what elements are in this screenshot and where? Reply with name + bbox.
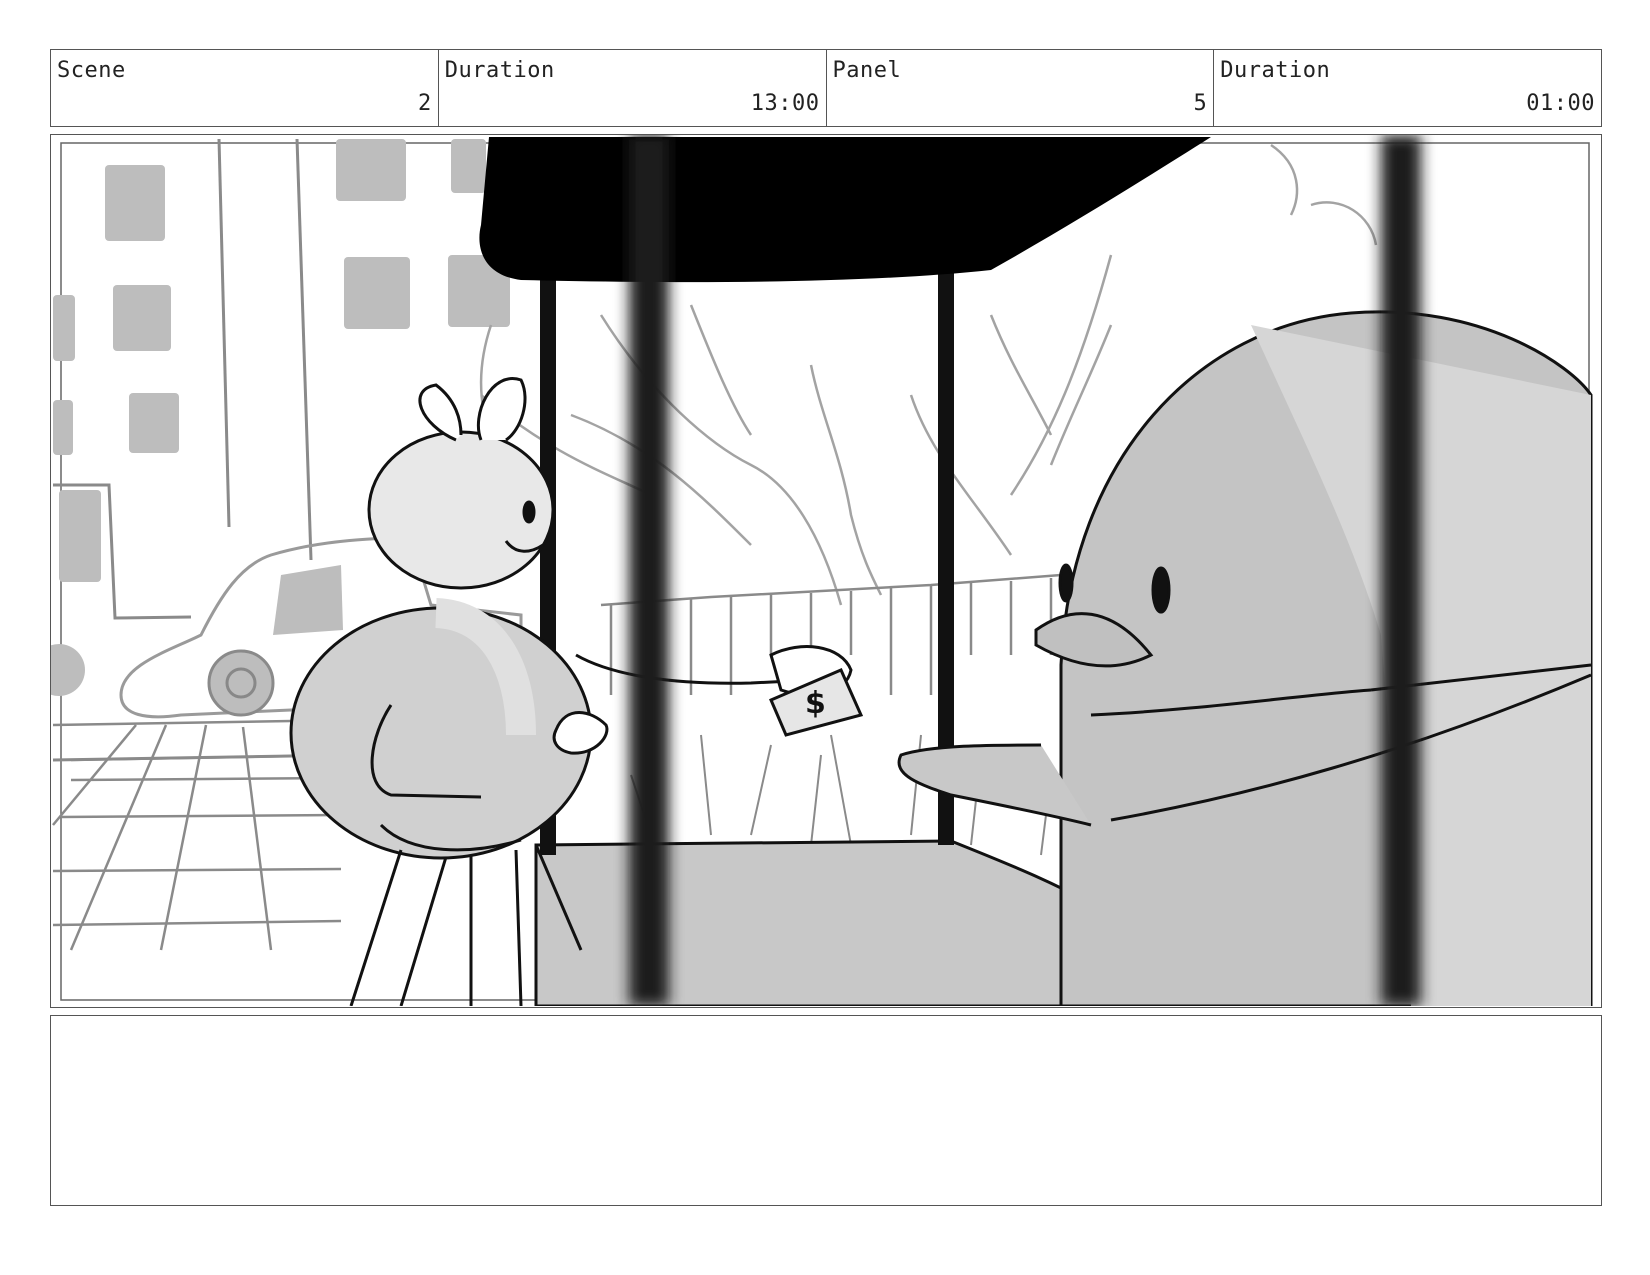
stand-awning bbox=[479, 137, 1211, 283]
scene-duration-cell: Duration 13:00 bbox=[439, 50, 827, 126]
panel-notes-box[interactable] bbox=[50, 1015, 1602, 1206]
foreground-bar-left bbox=[629, 135, 669, 1006]
scene-duration-value: 13:00 bbox=[750, 91, 820, 116]
panel-number: 5 bbox=[1193, 91, 1208, 116]
car-wheel bbox=[207, 649, 275, 717]
panel-cell: Panel 5 bbox=[827, 50, 1215, 126]
car-window bbox=[273, 565, 343, 635]
building-background bbox=[52, 138, 352, 762]
panel-duration-label: Duration bbox=[1220, 58, 1331, 83]
storyboard-panel: $ bbox=[50, 134, 1602, 1008]
car-wheel-left bbox=[51, 644, 85, 696]
scene-duration-label: Duration bbox=[444, 58, 555, 83]
panel-duration-value: 01:00 bbox=[1526, 91, 1595, 116]
scene-label: Scene bbox=[57, 58, 126, 83]
scene-number: 2 bbox=[418, 91, 432, 116]
panel-duration-cell: Duration 01:00 bbox=[1214, 50, 1601, 126]
scene-cell: Scene 2 bbox=[51, 50, 439, 126]
foreground-bar-right bbox=[1381, 135, 1421, 1006]
panel-drawing: $ bbox=[51, 135, 1593, 1006]
dollar-sign-glyph: $ bbox=[805, 686, 826, 721]
panel-label: Panel bbox=[832, 58, 902, 83]
storyboard-header: Scene 2 Duration 13:00 Panel 5 Duration … bbox=[50, 49, 1602, 127]
bunny-fist bbox=[552, 711, 609, 755]
